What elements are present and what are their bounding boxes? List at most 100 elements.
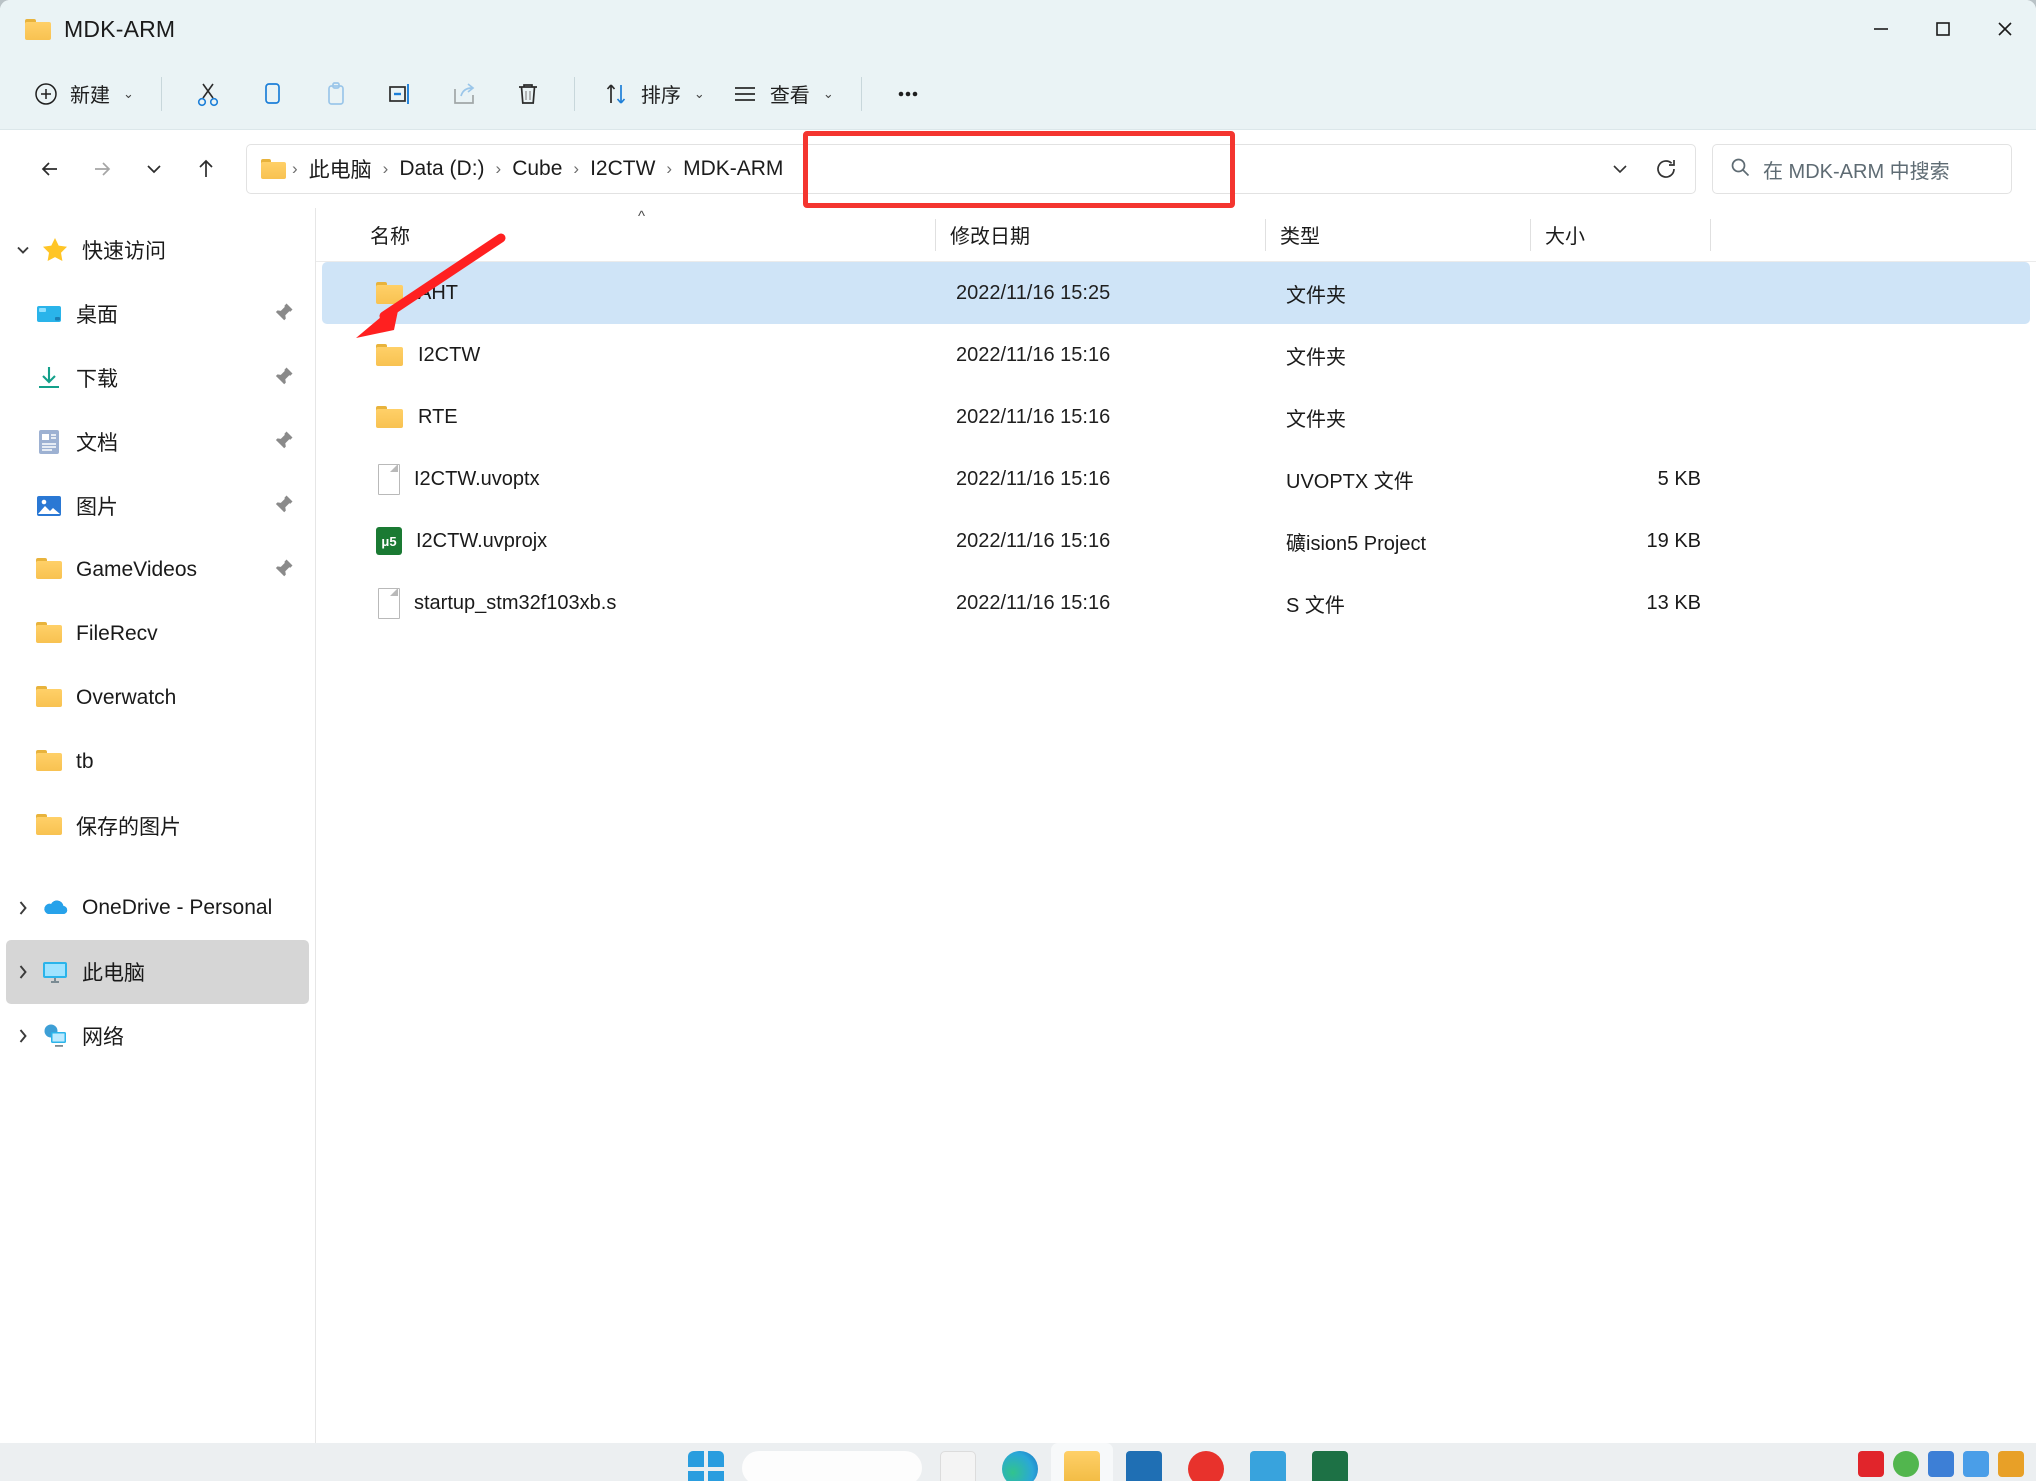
pin-icon[interactable] [273,557,295,584]
view-button[interactable]: 查看 ⌄ [718,70,847,118]
column-header-type[interactable]: 类型 [1266,208,1531,262]
sidebar-item-gamevideos[interactable]: GameVideos [34,538,309,602]
search-box[interactable]: 在 MDK-ARM 中搜索 [1712,144,2012,194]
file-name: RTE [418,405,458,428]
terminal-button[interactable] [1237,1443,1299,1481]
search-pill[interactable] [737,1443,927,1481]
system-tray [1858,1443,2024,1477]
pin-icon[interactable] [273,301,295,328]
title-bar: MDK-ARM [0,0,2036,58]
file-name: AHT [418,281,458,304]
tray-app-2-icon[interactable] [1893,1451,1919,1477]
pin-icon[interactable] [273,365,295,392]
file-name-cell: AHT [362,281,942,305]
column-header-name[interactable]: 名称 [356,208,936,262]
chevron-right-icon[interactable] [6,962,40,982]
pin-icon[interactable] [273,493,295,520]
file-explorer-window: MDK-ARM 新建 ⌄ 排序 ⌄ 查看 ⌄ › 此电脑 › Data (D:)… [0,0,2036,1443]
share-button[interactable] [432,70,496,118]
sidebar-item-label: 下载 [76,368,118,391]
store-button[interactable] [1113,1443,1175,1481]
paste-button[interactable] [304,70,368,118]
rename-button[interactable] [368,70,432,118]
sidebar-item-label: 此电脑 [82,962,145,985]
sidebar-item-overwatch[interactable]: Overwatch [34,666,309,730]
folder-icon [34,747,64,777]
column-header-row: ^ 名称 修改日期 类型 大小 [316,208,2036,262]
tray-app-1-icon[interactable] [1858,1451,1884,1477]
window-controls [1850,0,2036,58]
edge-button[interactable] [989,1443,1051,1481]
sidebar-item-documents[interactable]: 文档 [34,410,309,474]
explorer-button[interactable] [1051,1443,1113,1481]
maximize-button[interactable] [1912,0,1974,58]
sidebar-item-label: 图片 [76,496,118,519]
sidebar-item-network[interactable]: 网络 [6,1004,309,1068]
start-button[interactable] [675,1443,737,1481]
sort-button[interactable]: 排序 ⌄ [589,70,718,118]
chevron-down-icon[interactable] [6,240,40,260]
new-button[interactable]: 新建 ⌄ [20,70,147,118]
this-pc-icon [40,957,70,987]
breadcrumb-separator: › [495,159,502,178]
file-type: 文件夹 [1286,346,1346,369]
folder-icon [34,683,64,713]
opera-button[interactable] [1175,1443,1237,1481]
ellipsis-icon [894,80,922,108]
sidebar-item-filerecv[interactable]: FileRecv [34,602,309,666]
address-dropdown-button[interactable] [1597,148,1643,190]
sidebar-item-desktop[interactable]: 桌面 [34,282,309,346]
cut-button[interactable] [176,70,240,118]
sidebar-group-label: 快速访问 [82,240,166,263]
more-options-button[interactable] [876,70,940,118]
breadcrumb-item-0[interactable]: 此电脑 [300,150,381,188]
breadcrumb-item-4[interactable]: MDK-ARM [674,153,792,185]
sidebar-item-this-pc[interactable]: 此电脑 [6,940,309,1004]
tray-app-4-icon[interactable] [1963,1451,1989,1477]
forward-button[interactable] [76,143,128,195]
back-button[interactable] [24,143,76,195]
close-button[interactable] [1974,0,2036,58]
delete-button[interactable] [496,70,560,118]
table-row[interactable]: μ5 I2CTW.uvprojx 2022/11/16 15:16 礦ision… [322,510,2030,572]
breadcrumb-item-1[interactable]: Data (D:) [390,153,493,185]
table-row[interactable]: I2CTW.uvoptx 2022/11/16 15:16 UVOPTX 文件 … [322,448,2030,510]
sidebar-item-onedrive[interactable]: OneDrive - Personal [6,876,309,940]
excel-button[interactable] [1299,1443,1361,1481]
breadcrumb-folder-icon [261,159,286,179]
minimize-button[interactable] [1850,0,1912,58]
copy-button[interactable] [240,70,304,118]
sidebar-item-downloads[interactable]: 下载 [34,346,309,410]
sidebar-item-tb[interactable]: tb [34,730,309,794]
chevron-right-icon[interactable] [6,1026,40,1046]
table-row[interactable]: AHT 2022/11/16 15:25 文件夹 [322,262,2030,324]
address-bar[interactable]: › 此电脑 › Data (D:) › Cube › I2CTW › MDK-A… [246,131,1696,208]
sidebar-group-quick-access[interactable]: 快速访问 [6,218,309,282]
file-date: 2022/11/16 15:16 [956,343,1111,366]
refresh-button[interactable] [1643,148,1689,190]
edge-icon [1002,1451,1038,1481]
table-row[interactable]: I2CTW 2022/11/16 15:16 文件夹 [322,324,2030,386]
breadcrumb-separator: › [292,159,298,178]
breadcrumb-item-2[interactable]: Cube [503,153,571,185]
column-header-date[interactable]: 修改日期 [936,208,1266,262]
plus-circle-icon [33,81,59,107]
chevron-right-icon[interactable] [6,898,40,918]
tray-app-5-icon[interactable] [1998,1451,2024,1477]
widgets-button[interactable] [927,1443,989,1481]
tray-app-3-icon[interactable] [1928,1451,1954,1477]
sidebar-item-pictures[interactable]: 图片 [34,474,309,538]
breadcrumb-separator: › [666,159,673,178]
sidebar-item-saved-pictures[interactable]: 保存的图片 [34,794,309,858]
pin-icon[interactable] [273,429,295,456]
breadcrumb-item-3[interactable]: I2CTW [581,153,664,185]
table-row[interactable]: startup_stm32f103xb.s 2022/11/16 15:16 S… [322,572,2030,634]
table-row[interactable]: RTE 2022/11/16 15:16 文件夹 [322,386,2030,448]
file-date: 2022/11/16 15:16 [956,467,1111,490]
share-icon [450,80,478,108]
file-size: 13 KB [1646,591,1701,614]
column-header-size[interactable]: 大小 [1531,208,1711,262]
up-button[interactable] [180,143,232,195]
folder-icon [25,18,51,40]
recent-locations-button[interactable] [128,143,180,195]
